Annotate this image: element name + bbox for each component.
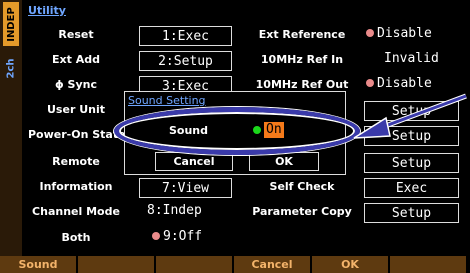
softkey-2[interactable] [78,256,154,273]
sound-on-indicator-icon [253,126,261,134]
information-view-button[interactable]: 7:View [139,178,232,198]
power-on-state-label: Power-On State [28,128,126,141]
ref-out-indicator-icon [366,79,374,87]
softkey-ok[interactable]: OK [312,256,388,273]
softkey-bar: Sound Cancel OK [0,256,470,273]
channel-mode-label: Channel Mode [32,205,120,218]
dialog-ok-button[interactable]: OK [249,152,319,171]
ext-reference-value-text: Disable [377,26,432,41]
user-unit-label: User Unit [47,103,105,116]
reset-label: Reset [58,28,94,41]
both-value-text: 9:Off [163,229,203,244]
dialog-cancel-button[interactable]: Cancel [155,152,233,171]
phase-sync-label: ϕ Sync [54,78,98,91]
parameter-copy-setup-button[interactable]: Setup [364,203,459,223]
channel-sidebar: INDEP 2ch [0,0,22,256]
ext-add-label: Ext Add [52,53,100,66]
ext-reference-label: Ext Reference [258,28,346,41]
ref-out-label: 10MHz Ref Out [255,78,349,91]
sound-field-value[interactable]: On [253,122,284,138]
ref-out-value[interactable]: Disable [366,76,432,91]
self-check-label: Self Check [269,180,335,193]
sound-value-text: On [264,122,284,138]
reset-exec-button[interactable]: 1:Exec [139,26,232,46]
softkey-cancel[interactable]: Cancel [234,256,310,273]
dialog-title: Sound Setting [128,94,206,107]
power-on-state-setup-button[interactable]: Setup [364,126,459,146]
sound-setting-dialog: Sound Setting Sound On Cancel OK [124,91,346,175]
remote-label: Remote [52,155,100,168]
ref-in-label: 10MHz Ref In [260,53,344,66]
ext-reference-value[interactable]: Disable [366,26,432,41]
mode-tag: INDEP [3,2,19,46]
self-check-exec-button[interactable]: Exec [364,178,459,198]
both-indicator-icon [152,232,160,240]
both-value[interactable]: 9:Off [152,229,202,244]
channel-tag: 2ch [5,57,17,79]
sound-field-label: Sound [169,124,209,137]
remote-setup-button[interactable]: Setup [364,153,459,173]
softkey-3[interactable] [156,256,232,273]
ref-in-value: Invalid [384,51,439,66]
parameter-copy-label: Parameter Copy [252,205,352,218]
user-unit-setup-button[interactable]: Setup [364,101,459,121]
ref-out-value-text: Disable [377,76,432,91]
softkey-6[interactable] [390,256,466,273]
information-label: Information [39,180,113,193]
screen-title: Utility [28,4,66,17]
ext-add-setup-button[interactable]: 2:Setup [139,51,232,71]
ext-reference-indicator-icon [366,29,374,37]
both-label: Both [61,231,91,244]
channel-mode-value[interactable]: 8:Indep [147,203,202,218]
softkey-sound[interactable]: Sound [0,256,76,273]
